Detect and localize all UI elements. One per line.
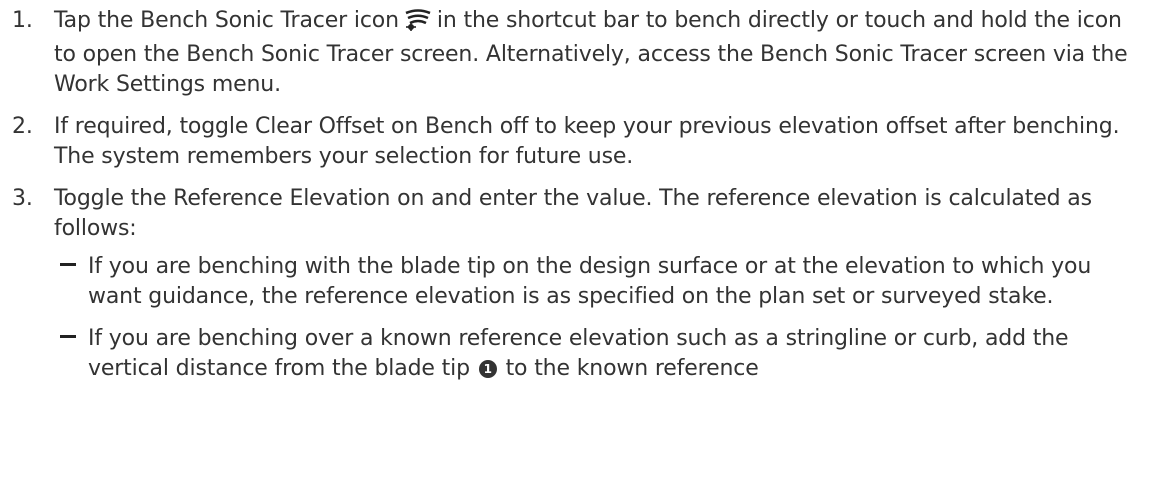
step-3: 3. Toggle the Reference Elevation on and… <box>12 184 1138 384</box>
sub-item-text-continued: to the known reference <box>505 356 759 381</box>
step-1: 1. Tap the Bench Sonic Tracer icon in th… <box>12 6 1138 100</box>
step-2: 2. If required, toggle Clear Offset on B… <box>12 112 1138 172</box>
dash-bullet-icon <box>60 263 76 266</box>
step-number: 2. <box>12 114 33 139</box>
document-page: 1. Tap the Bench Sonic Tracer icon in th… <box>0 0 1158 485</box>
dash-bullet-icon <box>60 335 76 338</box>
sub-item-text: If you are benching with the blade tip o… <box>88 254 1092 309</box>
step-text: If required, toggle Clear Offset on Benc… <box>54 114 1120 169</box>
callout-number-icon: 1 <box>478 360 497 378</box>
step-text: Tap the Bench Sonic Tracer icon <box>54 8 399 33</box>
sub-list: If you are benching with the blade tip o… <box>54 252 1138 384</box>
step-text: Toggle the Reference Elevation on and en… <box>54 186 1092 241</box>
sub-item-2: If you are benching over a known referen… <box>54 324 1138 384</box>
instruction-steps: 1. Tap the Bench Sonic Tracer icon in th… <box>12 6 1138 384</box>
sub-item-1: If you are benching with the blade tip o… <box>54 252 1138 312</box>
step-number: 1. <box>12 8 33 33</box>
sonic-tracer-icon <box>405 9 431 40</box>
step-number: 3. <box>12 186 33 211</box>
